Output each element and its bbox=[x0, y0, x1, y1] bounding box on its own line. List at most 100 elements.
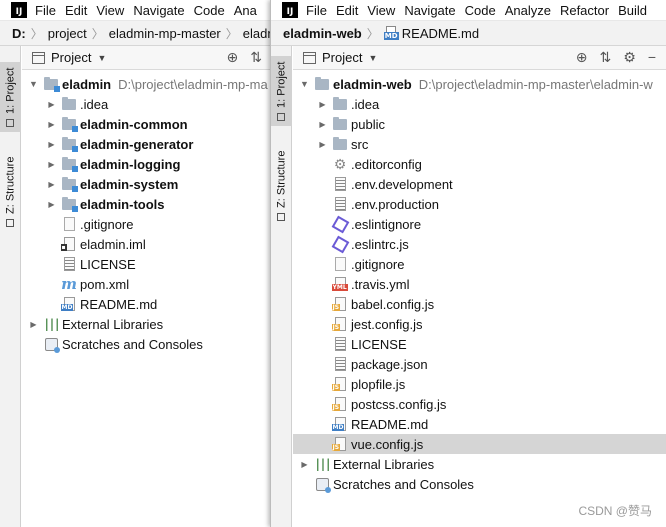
tree-item[interactable]: ▼ eladmin D:\project\eladmin-mp-ma bbox=[22, 74, 272, 94]
module-folder-icon bbox=[61, 176, 78, 192]
tab-project[interactable]: 1: Project bbox=[0, 62, 21, 132]
iml-file-icon: ▪ bbox=[60, 236, 77, 252]
tree-item[interactable]: .gitignore bbox=[22, 214, 272, 234]
folder-icon bbox=[332, 136, 348, 152]
breadcrumb-eladmin-web[interactable]: eladmin-web bbox=[283, 26, 362, 41]
chevron-down-icon[interactable]: ▼ bbox=[368, 53, 377, 63]
collapsed-arrow-icon[interactable]: ▶ bbox=[299, 460, 310, 469]
structure-tab-icon bbox=[277, 213, 286, 222]
collapsed-arrow-icon[interactable]: ▶ bbox=[46, 160, 57, 169]
expanded-arrow-icon[interactable]: ▼ bbox=[28, 79, 39, 89]
tree-item-label: .env.development bbox=[351, 176, 453, 192]
tree-item-label: babel.config.js bbox=[351, 296, 435, 312]
menu-analyze[interactable]: Ana bbox=[234, 3, 257, 18]
collapsed-arrow-icon[interactable]: ▶ bbox=[46, 100, 57, 109]
tree-item[interactable]: MD README.md bbox=[293, 414, 666, 434]
project-view-title[interactable]: Project bbox=[322, 50, 362, 65]
menu-edit[interactable]: Edit bbox=[336, 3, 358, 18]
tree-item[interactable]: ▪ eladmin.iml bbox=[22, 234, 272, 254]
menu-code[interactable]: Code bbox=[194, 3, 225, 18]
tree-item[interactable]: Scratches and Consoles bbox=[293, 474, 666, 494]
collapsed-arrow-icon[interactable]: ▶ bbox=[46, 200, 57, 209]
locate-icon[interactable]: ⊕ bbox=[576, 49, 588, 66]
menu-navigate[interactable]: Navigate bbox=[404, 3, 455, 18]
json-file-icon bbox=[332, 356, 348, 372]
tree-item[interactable]: ▶ ||| External Libraries bbox=[22, 314, 272, 334]
project-view-icon bbox=[32, 51, 45, 64]
text-file-icon bbox=[332, 196, 348, 212]
tree-item[interactable]: .gitignore bbox=[293, 254, 666, 274]
menu-file[interactable]: File bbox=[306, 3, 327, 18]
tree-item-label: Scratches and Consoles bbox=[333, 476, 474, 492]
menu-code[interactable]: Code bbox=[465, 3, 496, 18]
menu-view[interactable]: View bbox=[367, 3, 395, 18]
menu-analyze[interactable]: Analyze bbox=[505, 3, 551, 18]
gear-icon[interactable]: ⚙ bbox=[623, 49, 636, 66]
breadcrumb-readme[interactable]: README.md bbox=[402, 26, 479, 41]
tree-item[interactable]: ▶ eladmin-generator bbox=[22, 134, 272, 154]
tree-item[interactable]: JS vue.config.js bbox=[293, 434, 666, 454]
tree-item[interactable]: JS postcss.config.js bbox=[293, 394, 666, 414]
menu-build[interactable]: Build bbox=[618, 3, 647, 18]
breadcrumb-eladmin-mp-master[interactable]: eladmin-mp-master bbox=[109, 26, 221, 41]
menu-refactor[interactable]: Refactor bbox=[560, 3, 609, 18]
collapsed-arrow-icon[interactable]: ▶ bbox=[28, 320, 39, 329]
collapsed-arrow-icon[interactable]: ▶ bbox=[317, 120, 328, 129]
tree-item[interactable]: LICENSE bbox=[22, 254, 272, 274]
chevron-right-icon: 〉 bbox=[366, 26, 379, 41]
tree-item-label: eladmin bbox=[62, 76, 112, 92]
tree-item[interactable]: JS jest.config.js bbox=[293, 314, 666, 334]
collapsed-arrow-icon[interactable]: ▶ bbox=[317, 100, 328, 109]
tree-item[interactable]: YML .travis.yml bbox=[293, 274, 666, 294]
collapsed-arrow-icon[interactable]: ▶ bbox=[46, 180, 57, 189]
tree-item[interactable]: ▶ public bbox=[293, 114, 666, 134]
collapsed-arrow-icon[interactable]: ▶ bbox=[317, 140, 328, 149]
tree-item[interactable]: JS babel.config.js bbox=[293, 294, 666, 314]
tree-item[interactable]: .eslintrc.js bbox=[293, 234, 666, 254]
tree-item[interactable]: ▶ eladmin-system bbox=[22, 174, 272, 194]
breadcrumb-project[interactable]: project bbox=[48, 26, 87, 41]
tree-item[interactable]: .env.production bbox=[293, 194, 666, 214]
hide-icon[interactable]: − bbox=[648, 49, 656, 66]
tree-item[interactable]: ▶ .idea bbox=[22, 94, 272, 114]
project-view-title[interactable]: Project bbox=[51, 50, 91, 65]
tab-structure[interactable]: Z: Structure bbox=[0, 146, 21, 238]
collapsed-arrow-icon[interactable]: ▶ bbox=[46, 140, 57, 149]
collapsed-arrow-icon[interactable]: ▶ bbox=[46, 120, 57, 129]
tree-item[interactable]: ⚙ .editorconfig bbox=[293, 154, 666, 174]
expanded-arrow-icon[interactable]: ▼ bbox=[299, 79, 310, 89]
breadcrumb-drive[interactable]: D: bbox=[12, 26, 26, 41]
tree-item[interactable]: MD README.md bbox=[22, 294, 272, 314]
collapse-all-icon[interactable]: ⇅ bbox=[250, 49, 262, 66]
locate-icon[interactable]: ⊕ bbox=[227, 49, 239, 66]
menu-view[interactable]: View bbox=[96, 3, 124, 18]
tab-structure[interactable]: Z: Structure bbox=[271, 140, 292, 232]
breadcrumb-eladmin[interactable]: eladmi bbox=[243, 26, 272, 41]
collapse-all-icon[interactable]: ⇅ bbox=[600, 49, 612, 66]
gitignore-file-icon bbox=[332, 256, 348, 272]
menu-edit[interactable]: Edit bbox=[65, 3, 87, 18]
menu-navigate[interactable]: Navigate bbox=[133, 3, 184, 18]
tree-item[interactable]: LICENSE bbox=[293, 334, 666, 354]
tree-item[interactable]: ▶ src bbox=[293, 134, 666, 154]
tree-item[interactable]: ▼ eladmin-web D:\project\eladmin-mp-master… bbox=[293, 74, 666, 94]
tree-item[interactable]: package.json bbox=[293, 354, 666, 374]
tree-item-label: eladmin-web bbox=[333, 76, 412, 92]
tree-item[interactable]: .eslintignore bbox=[293, 214, 666, 234]
tree-item[interactable]: ▶ eladmin-tools bbox=[22, 194, 272, 214]
tree-item[interactable]: ▶ eladmin-logging bbox=[22, 154, 272, 174]
tree-item[interactable]: ▶ eladmin-common bbox=[22, 114, 272, 134]
tree-item[interactable]: ▶ ||| External Libraries bbox=[293, 454, 666, 474]
tree-item[interactable]: ▶ .idea bbox=[293, 94, 666, 114]
tree-item-path: D:\project\eladmin-mp-master\eladmin-w bbox=[418, 76, 653, 92]
gitignore-file-icon bbox=[61, 216, 77, 232]
tree-item[interactable]: m pom.xml bbox=[22, 274, 272, 294]
tree-item[interactable]: Scratches and Consoles bbox=[22, 334, 272, 354]
menu-file[interactable]: File bbox=[35, 3, 56, 18]
tab-project[interactable]: 1: Project bbox=[271, 56, 292, 126]
tree-item-label: pom.xml bbox=[80, 276, 130, 292]
chevron-down-icon[interactable]: ▼ bbox=[97, 53, 106, 63]
tree-item[interactable]: JS plopfile.js bbox=[293, 374, 666, 394]
folder-icon bbox=[61, 96, 77, 112]
tree-item[interactable]: .env.development bbox=[293, 174, 666, 194]
